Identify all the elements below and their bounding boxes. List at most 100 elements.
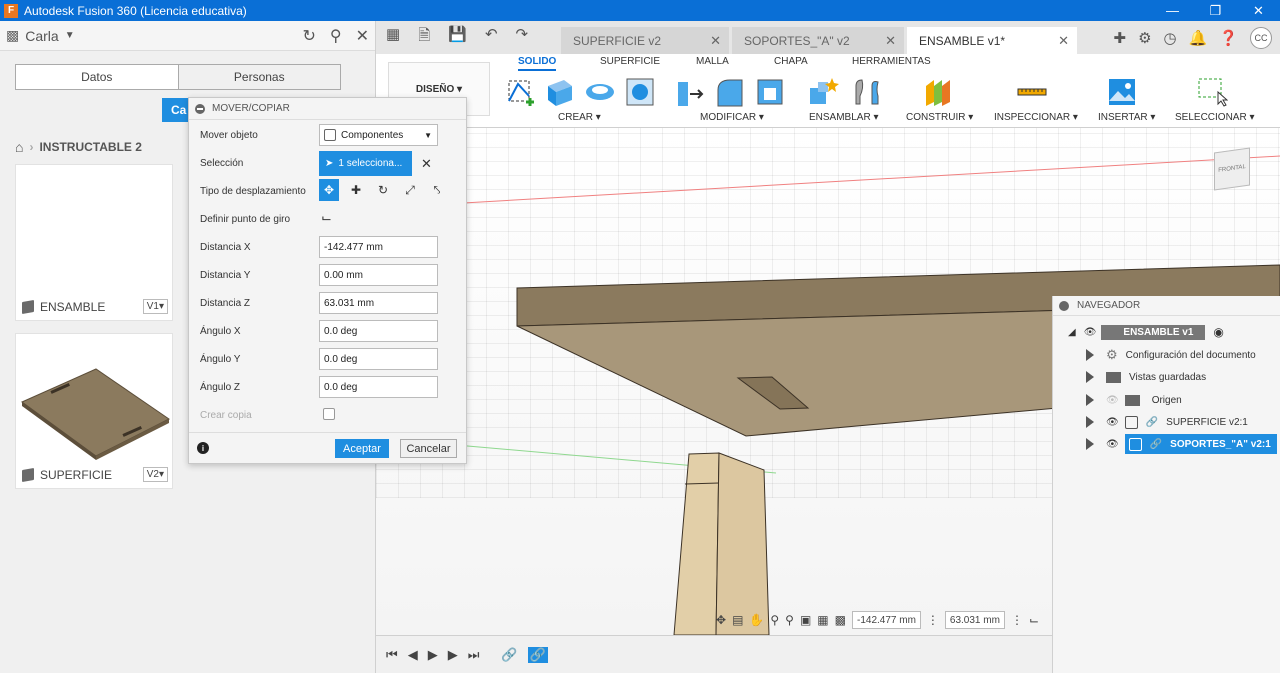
orbit-icon[interactable]: ✥ (716, 613, 726, 627)
navigator-item[interactable]: Vistas guardadas (1053, 366, 1280, 388)
pivot-icon[interactable]: ⌙ (321, 210, 332, 226)
home-icon[interactable]: ⌂ (15, 139, 23, 155)
rotate-icon[interactable]: ↻ (373, 179, 393, 201)
activate-radio-icon[interactable]: ◉ (1213, 325, 1223, 339)
fillet-icon[interactable] (714, 76, 746, 108)
collapse-navigator-icon[interactable] (1059, 300, 1069, 311)
navigator-item[interactable]: 👁 🔗 SUPERFICIE v2:1 (1053, 411, 1280, 433)
tab-ensamble[interactable]: ENSAMBLE v1* ✕ (907, 27, 1077, 54)
step-forward-icon[interactable]: ▶ (448, 647, 458, 663)
coord-x-readout[interactable]: -142.477 mm (851, 611, 921, 629)
window-select-icon[interactable] (1196, 76, 1228, 108)
data-panel-icon[interactable]: ▦ (386, 25, 400, 50)
tab-personas[interactable]: Personas (177, 65, 340, 89)
group-modificar[interactable]: MODIFICAR ▾ (700, 112, 764, 123)
close-window-button[interactable]: ✕ (1237, 0, 1280, 21)
group-insertar[interactable]: INSERTAR ▾ (1098, 112, 1155, 123)
cancel-button[interactable]: Cancelar (400, 439, 457, 458)
file-menu-icon[interactable]: 🗎 (418, 25, 430, 50)
file-card-superficie[interactable]: SUPERFICIE V2▾ (15, 333, 173, 489)
clear-selection-icon[interactable]: ✕ (421, 156, 432, 172)
visibility-icon[interactable]: 👁 (1084, 327, 1097, 338)
distance-z-input[interactable]: 63.031 mm (319, 292, 438, 314)
display-settings-icon[interactable]: ▣ (800, 613, 811, 627)
visibility-icon[interactable]: 👁 (1106, 417, 1119, 428)
expand-icon[interactable] (1086, 349, 1094, 361)
new-component-icon[interactable] (808, 76, 840, 108)
close-panel-icon[interactable]: ✕ (356, 26, 369, 46)
angle-z-input[interactable]: 0.0 deg (319, 376, 438, 398)
group-seleccionar[interactable]: SELECCIONAR ▾ (1175, 112, 1254, 123)
tab-soportes[interactable]: SOPORTES_"A" v2 ✕ (732, 27, 904, 54)
close-tab-icon[interactable]: ✕ (873, 33, 896, 49)
grid-settings-icon[interactable]: ▦ (817, 613, 828, 627)
upload-button[interactable]: Ca (162, 98, 188, 122)
joint-icon[interactable] (850, 76, 882, 108)
expand-icon[interactable] (1086, 371, 1094, 383)
group-construir[interactable]: CONSTRUIR ▾ (906, 112, 973, 123)
revolve-icon[interactable] (584, 76, 616, 108)
navigator-item[interactable]: ⚙ Configuración del documento (1053, 344, 1280, 366)
free-move-icon[interactable]: ✥ (319, 179, 339, 201)
extensions-icon[interactable]: ⚙ (1138, 29, 1151, 47)
create-sketch-icon[interactable] (506, 76, 538, 108)
group-inspeccionar[interactable]: INSPECCIONAR ▾ (994, 112, 1078, 123)
file-card-ensamble[interactable]: ENSAMBLE V1▾ (15, 164, 173, 321)
group-ensamblar[interactable]: ENSAMBLAR ▾ (809, 112, 878, 123)
distance-x-input[interactable]: -142.477 mm (319, 236, 438, 258)
redo-icon[interactable]: ↷ (516, 25, 529, 50)
more-icon[interactable]: ⋮ (927, 613, 939, 627)
tab-solido[interactable]: SOLIDO (518, 56, 557, 71)
timeline-move-icon[interactable]: 🔗 (527, 646, 548, 663)
angle-y-input[interactable]: 0.0 deg (319, 348, 438, 370)
collapse-dialog-icon[interactable] (195, 103, 205, 114)
expand-root-icon[interactable]: ◢ (1068, 327, 1076, 338)
help-icon[interactable]: ❓ (1219, 29, 1238, 47)
expand-icon[interactable] (1086, 438, 1094, 450)
user-menu[interactable]: ▩ Carla ▼ (6, 27, 75, 44)
distance-y-input[interactable]: 0.00 mm (319, 264, 438, 286)
tab-chapa[interactable]: CHAPA (774, 56, 808, 67)
press-pull-icon[interactable] (674, 76, 706, 108)
visibility-icon[interactable]: 👁 (1106, 439, 1119, 450)
navigator-item[interactable]: 👁 Origen (1053, 389, 1280, 411)
version-dropdown[interactable]: V2▾ (142, 467, 168, 482)
tab-herramientas[interactable]: HERRAMIENTAS (852, 56, 931, 67)
shell-icon[interactable] (754, 76, 786, 108)
expand-icon[interactable] (1086, 394, 1094, 406)
close-tab-icon[interactable]: ✕ (1046, 33, 1069, 49)
version-dropdown[interactable]: V1▾ (142, 299, 168, 314)
tab-malla[interactable]: MALLA (696, 56, 729, 67)
navigator-item-selected[interactable]: 👁 🔗 SOPORTES_"A" v2:1 (1053, 433, 1280, 455)
angle-x-input[interactable]: 0.0 deg (319, 320, 438, 342)
expand-icon[interactable] (1086, 416, 1094, 428)
hole-icon[interactable] (624, 76, 656, 108)
zoom-icon[interactable]: ⚲ (770, 613, 779, 627)
measure-icon[interactable] (1016, 76, 1048, 108)
insert-image-icon[interactable] (1106, 76, 1138, 108)
tab-superficie[interactable]: SUPERFICIE v2 ✕ (561, 27, 729, 54)
pan-icon[interactable]: ✋ (749, 613, 764, 627)
extrude-icon[interactable] (544, 76, 576, 108)
notifications-icon[interactable]: 🔔 (1189, 29, 1208, 47)
more-icon[interactable]: ⋮ (1011, 613, 1023, 627)
offset-plane-icon[interactable] (922, 76, 954, 108)
breadcrumb-project[interactable]: INSTRUCTABLE 2 (39, 140, 141, 154)
pivot-axis-icon[interactable]: ⌙ (1029, 613, 1039, 627)
step-back-icon[interactable]: ◀ (408, 647, 418, 663)
viewports-icon[interactable]: ▩ (835, 613, 846, 627)
accept-button[interactable]: Aceptar (335, 439, 389, 458)
navigator-root[interactable]: ◢ 👁 ENSAMBLE v1 ◉ (1053, 321, 1280, 343)
point-to-point-icon[interactable]: ⤢ (400, 179, 420, 201)
look-at-icon[interactable]: ▤ (732, 613, 743, 627)
tab-datos[interactable]: Datos (16, 65, 178, 89)
tab-superficie[interactable]: SUPERFICIE (600, 56, 660, 67)
refresh-icon[interactable]: ↻ (302, 26, 315, 46)
fit-icon[interactable]: ⚲ (785, 613, 794, 627)
minimize-button[interactable]: — (1151, 0, 1194, 21)
close-tab-icon[interactable]: ✕ (698, 33, 721, 49)
info-icon[interactable]: i (197, 442, 209, 454)
undo-icon[interactable]: ↶ (485, 25, 498, 50)
avatar[interactable]: CC (1250, 26, 1272, 49)
go-to-end-icon[interactable]: ⏭ (468, 647, 480, 663)
